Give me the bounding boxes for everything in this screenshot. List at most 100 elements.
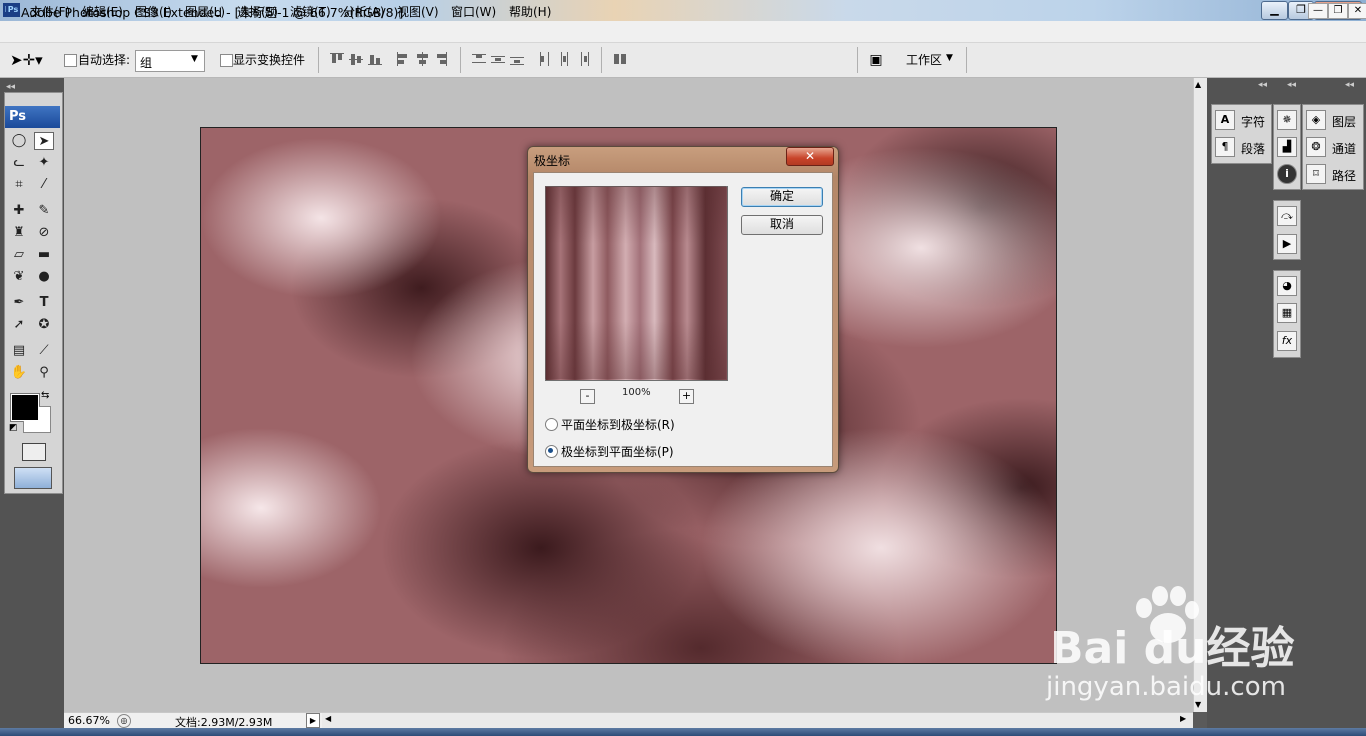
minimize-button[interactable]: ▁ xyxy=(1261,1,1288,20)
chevron-down-icon[interactable]: ▼ xyxy=(946,53,953,63)
horizontal-scrollbar[interactable] xyxy=(322,712,1193,729)
type-tool-icon[interactable]: T xyxy=(34,294,54,312)
magic-wand-tool-icon[interactable]: ✦ xyxy=(34,154,54,172)
zoom-in-button[interactable]: + xyxy=(679,389,694,404)
collapse-arrows-icon[interactable]: ◂◂ xyxy=(1258,80,1267,90)
distribute-top-icon[interactable] xyxy=(472,52,486,66)
menu-analysis[interactable]: 分析(A) xyxy=(343,3,385,20)
swap-colors-icon[interactable]: ⇆ xyxy=(41,390,49,401)
rect-to-polar-radio[interactable] xyxy=(545,418,558,431)
marquee-tool-icon[interactable]: ◯ xyxy=(9,132,29,150)
collapse-arrows-icon[interactable]: ◂◂ xyxy=(1287,80,1296,90)
distribute-right-icon[interactable] xyxy=(576,52,590,66)
navigator-panel-icon[interactable]: ✵ xyxy=(1277,110,1297,130)
distribute-bottom-icon[interactable] xyxy=(510,52,524,66)
crop-tool-icon[interactable]: ⌗ xyxy=(9,176,29,194)
hand-tool-icon[interactable]: ✋ xyxy=(9,364,29,382)
eraser-tool-icon[interactable]: ▱ xyxy=(9,246,29,264)
doc-close-button[interactable]: ✕ xyxy=(1348,3,1366,19)
polar-to-rect-label[interactable]: 极坐标到平面坐标(P) xyxy=(561,443,674,460)
clone-stamp-tool-icon[interactable]: ♜ xyxy=(9,224,29,242)
align-top-icon[interactable] xyxy=(330,52,344,66)
auto-align-layers-icon[interactable] xyxy=(613,52,627,66)
screen-mode-icon[interactable] xyxy=(14,467,52,489)
slice-tool-icon[interactable]: ⁄ xyxy=(34,176,54,194)
distribute-vcenter-icon[interactable] xyxy=(491,52,505,66)
healing-brush-tool-icon[interactable]: ✚ xyxy=(9,202,29,220)
radio-selected-dot xyxy=(548,448,553,453)
show-transform-checkbox[interactable] xyxy=(220,54,233,67)
blur-tool-icon[interactable]: ❦ xyxy=(9,268,29,286)
quick-mask-icon[interactable] xyxy=(22,443,46,461)
menu-select[interactable]: 选择(S) xyxy=(237,3,278,20)
menu-file[interactable]: 文件(F) xyxy=(30,3,70,20)
paths-panel-icon[interactable]: ⌑ xyxy=(1306,164,1326,184)
dodge-tool-icon[interactable]: ● xyxy=(34,268,54,286)
auto-select-checkbox[interactable] xyxy=(64,54,77,67)
character-panel-label[interactable]: 字符 xyxy=(1241,113,1265,130)
styles-panel-icon[interactable]: fx xyxy=(1277,331,1297,351)
doc-restore-button[interactable]: ❐ xyxy=(1328,3,1348,19)
menu-filter[interactable]: 滤镜(T) xyxy=(290,3,331,20)
menu-view[interactable]: 视图(V) xyxy=(397,3,439,20)
default-colors-icon[interactable]: ◩ xyxy=(9,423,18,433)
character-panel-icon[interactable]: A xyxy=(1215,110,1235,130)
align-hcenter-icon[interactable] xyxy=(415,52,429,66)
align-right-icon[interactable] xyxy=(434,52,448,66)
layers-panel-icon[interactable]: ◈ xyxy=(1306,110,1326,130)
layers-panel-label[interactable]: 图层 xyxy=(1332,113,1356,130)
paragraph-panel-label[interactable]: 段落 xyxy=(1241,140,1265,157)
rect-to-polar-label[interactable]: 平面坐标到极坐标(R) xyxy=(561,416,675,433)
ok-button[interactable]: 确定 xyxy=(741,187,823,207)
brush-tool-icon[interactable]: ✎ xyxy=(34,202,54,220)
swatches-panel-icon[interactable]: ▦ xyxy=(1277,303,1297,323)
foreground-color-swatch-front[interactable] xyxy=(11,394,39,421)
zoom-out-button[interactable]: - xyxy=(580,389,595,404)
eyedropper-tool-icon[interactable]: ⟋ xyxy=(34,342,54,360)
menu-edit[interactable]: 编辑(E) xyxy=(82,3,123,20)
menu-help[interactable]: 帮助(H) xyxy=(509,3,551,20)
notes-tool-icon[interactable]: ▤ xyxy=(9,342,29,360)
actions-panel-icon[interactable]: ▶ xyxy=(1277,234,1297,254)
pen-tool-icon[interactable]: ✒ xyxy=(9,294,29,312)
lasso-tool-icon[interactable]: ᓚ xyxy=(9,154,29,172)
doc-minimize-button[interactable]: — xyxy=(1308,3,1328,19)
paths-panel-label[interactable]: 路径 xyxy=(1332,167,1356,184)
align-left-icon[interactable] xyxy=(396,52,410,66)
history-panel-icon[interactable]: ⤼ xyxy=(1277,206,1297,226)
align-vcenter-icon[interactable] xyxy=(349,52,363,66)
dialog-close-button[interactable]: ✕ xyxy=(786,147,834,166)
cancel-button[interactable]: 取消 xyxy=(741,215,823,235)
gradient-tool-icon[interactable]: ▬ xyxy=(34,246,54,264)
channels-panel-label[interactable]: 通道 xyxy=(1332,140,1356,157)
scroll-left-icon[interactable]: ◀ xyxy=(325,714,331,723)
distribute-left-icon[interactable] xyxy=(538,52,552,66)
menu-app-icon[interactable]: Ps xyxy=(6,3,20,17)
workspace-menu[interactable]: 工作区 xyxy=(906,51,942,68)
scroll-right-icon[interactable]: ▶ xyxy=(1180,714,1186,723)
align-bottom-icon[interactable] xyxy=(368,52,382,66)
menu-window[interactable]: 窗口(W) xyxy=(451,3,496,20)
menu-image[interactable]: 图像(I) xyxy=(135,3,172,20)
collapse-arrows-icon[interactable]: ◂◂ xyxy=(6,82,15,92)
auto-select-dropdown[interactable]: 组 ▼ xyxy=(135,50,205,72)
status-info-icon[interactable]: ◎ xyxy=(117,714,131,728)
color-panel-icon[interactable]: ◕ xyxy=(1277,276,1297,296)
info-panel-icon[interactable]: i xyxy=(1277,164,1297,184)
palette-well-icon[interactable]: ▣ xyxy=(864,50,888,70)
collapse-arrows-icon[interactable]: ◂◂ xyxy=(1345,80,1354,90)
paragraph-panel-icon[interactable]: ¶ xyxy=(1215,137,1235,157)
status-menu-arrow-icon[interactable]: ▶ xyxy=(306,713,320,728)
menu-layer[interactable]: 图层(L) xyxy=(185,3,225,20)
distribute-hcenter-icon[interactable] xyxy=(557,52,571,66)
custom-shape-tool-icon[interactable]: ✪ xyxy=(34,316,54,334)
histogram-panel-icon[interactable]: ▟ xyxy=(1277,137,1297,157)
history-brush-tool-icon[interactable]: ⊘ xyxy=(34,224,54,242)
scroll-up-icon[interactable]: ▲ xyxy=(1195,80,1201,89)
channels-panel-icon[interactable]: ❂ xyxy=(1306,137,1326,157)
status-zoom-level[interactable]: 66.67% xyxy=(68,714,110,727)
path-selection-tool-icon[interactable]: ➚ xyxy=(9,316,29,334)
zoom-tool-icon[interactable]: ⚲ xyxy=(34,364,54,382)
move-tool-icon[interactable]: ➤ xyxy=(34,132,54,150)
move-tool-preset-icon[interactable]: ➤✛▾ xyxy=(10,49,50,71)
